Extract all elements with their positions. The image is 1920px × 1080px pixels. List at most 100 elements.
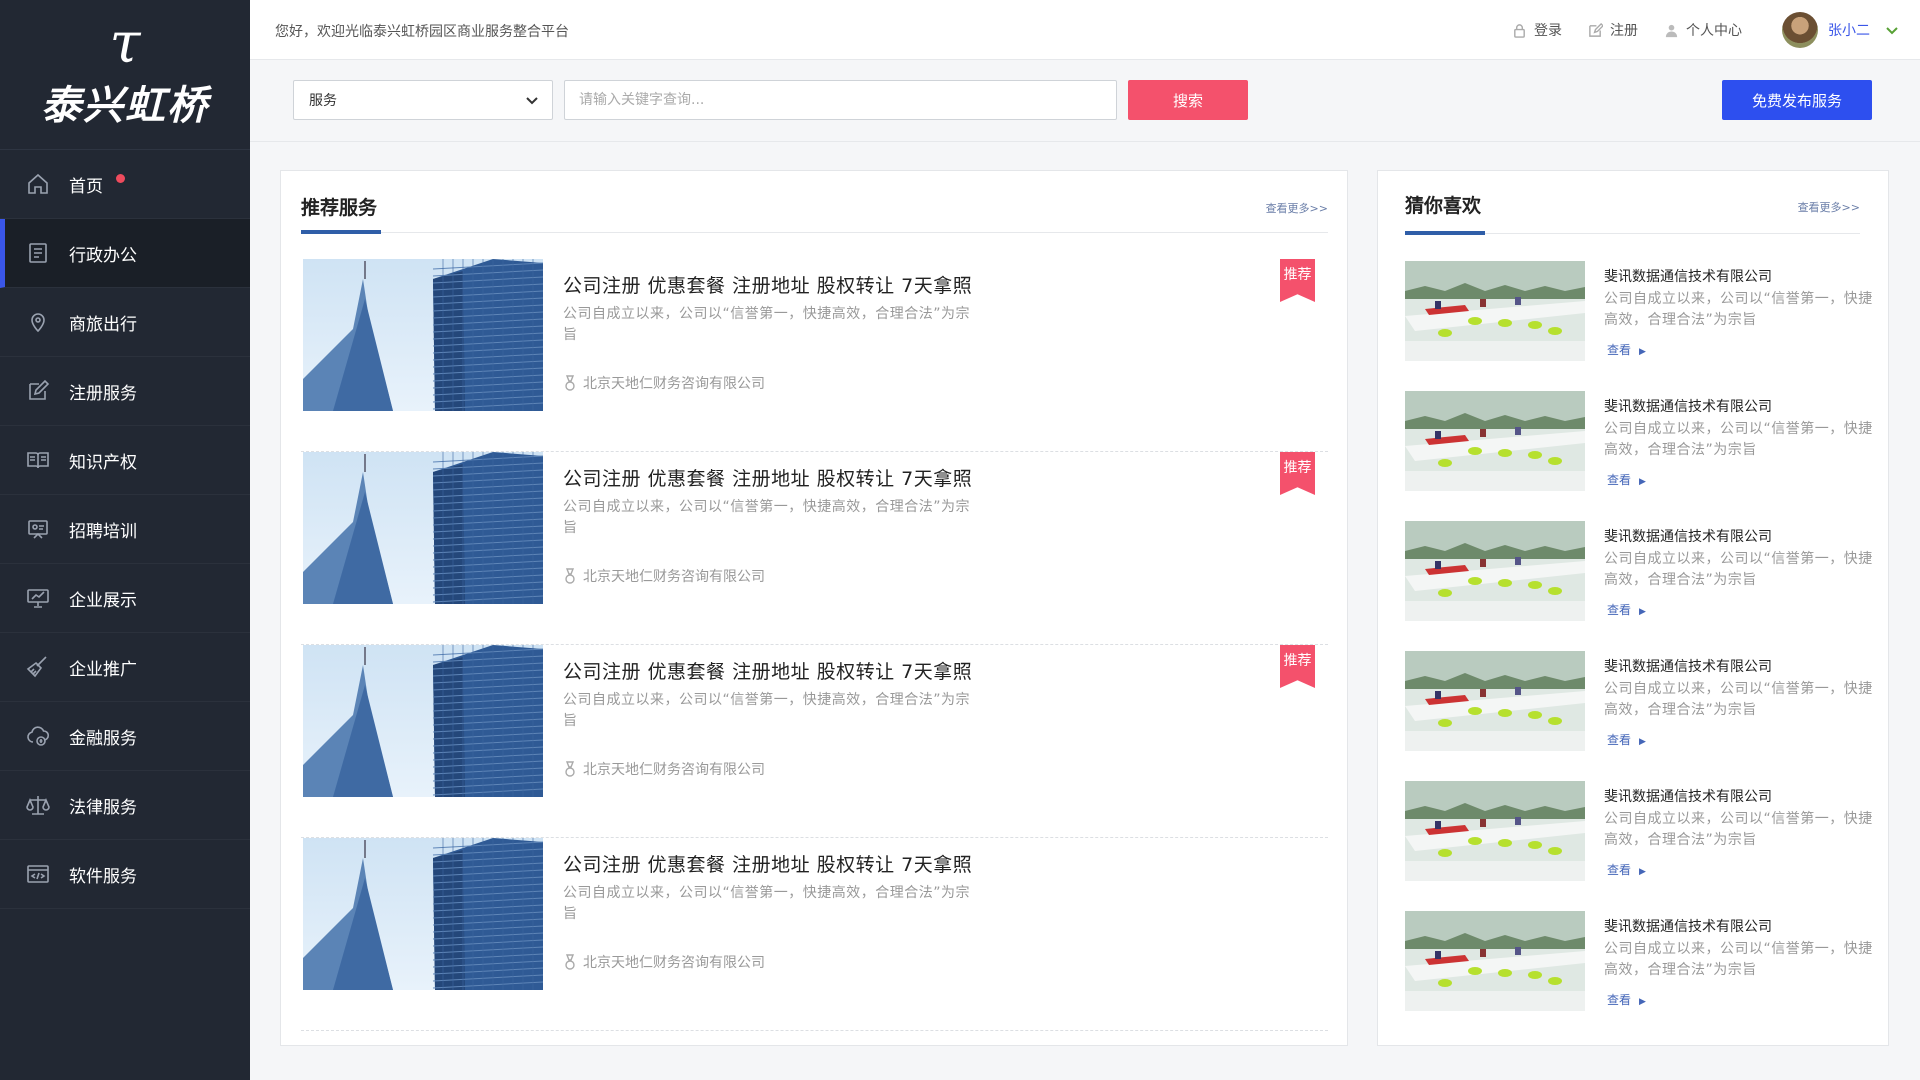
view-link[interactable]: 查看 ▶ [1607,601,1646,618]
view-label: 查看 [1607,733,1632,747]
like-title[interactable]: 斐讯数据通信技术有限公司 [1604,526,1772,546]
recommend-badge: 推荐 [1280,452,1315,495]
like-description: 公司自成立以来，公司以“信誉第一，快捷高效，合理合法”为宗旨 [1604,421,1873,458]
sidebar-item[interactable]: 软件服务 [0,840,250,909]
building-photo [303,838,543,990]
office-photo [1405,521,1585,621]
play-arrow-icon: ▶ [1639,997,1646,1007]
code-window-icon [25,861,51,887]
office-photo [1405,781,1585,881]
sidebar-item-label: 行政办公 [69,245,137,266]
recommend-more-link[interactable]: 查看更多>> [1266,200,1328,216]
office-photo [1405,911,1585,1011]
like-card[interactable]: 斐讯数据通信技术有限公司 公司自成立以来，公司以“信誉第一，快捷高效，合理合法”为… [1405,651,1872,754]
sidebar-item-label: 注册服务 [69,383,137,404]
like-card[interactable]: 斐讯数据通信技术有限公司 公司自成立以来，公司以“信誉第一，快捷高效，合理合法”为… [1405,781,1872,884]
sidebar-item-label: 知识产权 [69,452,137,473]
service-title[interactable]: 公司注册 优惠套餐 注册地址 股权转让 7天拿照 [563,850,972,877]
like-card[interactable]: 斐讯数据通信技术有限公司 公司自成立以来，公司以“信誉第一，快捷高效，合理合法”为… [1405,261,1872,364]
sidebar-item[interactable]: 商旅出行 [0,288,250,357]
category-select[interactable]: 服务 [293,80,553,120]
service-company: 北京天地仁财务咨询有限公司 [563,759,765,779]
like-card[interactable]: 斐讯数据通信技术有限公司公司自成立以来，公司以“信誉第一，快捷高效，合理合法”为… [1405,911,1872,1014]
sidebar-item[interactable]: 金融服务 [0,702,250,771]
login-link[interactable]: 登录 [1512,20,1562,40]
like-image[interactable] [1405,651,1585,751]
recommend-header: 推荐服务 查看更多>> [301,171,1328,234]
like-description: 公司自成立以来，公司以“信誉第一，快捷高效，合理合法”为宗旨 [1604,941,1873,978]
view-link[interactable]: 查看 ▶ [1607,991,1646,1008]
sidebar-item[interactable]: 法律服务 [0,771,250,840]
login-label: 登录 [1534,23,1562,39]
service-card[interactable]: 公司注册 优惠套餐 注册地址 股权转让 7天拿照 公司自成立以来，公司以“信誉第一… [301,452,1328,645]
sidebar-item-label: 法律服务 [69,797,137,818]
medal-icon [565,375,575,391]
office-photo [1405,391,1585,491]
sidebar-item[interactable]: 首页 [0,150,250,219]
sidebar-item[interactable]: 知识产权 [0,426,250,495]
company-name: 北京天地仁财务咨询有限公司 [583,762,765,778]
profile-link[interactable]: 个人中心 [1664,20,1742,40]
sidebar-item-label: 企业展示 [69,590,137,611]
like-card[interactable]: 斐讯数据通信技术有限公司公司自成立以来，公司以“信誉第一，快捷高效，合理合法”为… [1405,521,1872,624]
logo-mark: τ [109,10,141,76]
service-card[interactable]: 公司注册 优惠套餐 注册地址 股权转让 7天拿照 公司自成立以来，公司以“信誉第一… [301,838,1328,1031]
publish-service-button[interactable]: 免费发布服务 [1722,80,1872,120]
like-title[interactable]: 斐讯数据通信技术有限公司 [1604,656,1772,676]
like-title[interactable]: 斐讯数据通信技术有限公司 [1604,396,1772,416]
sidebar-item[interactable]: 注册服务 [0,357,250,426]
view-link[interactable]: 查看 ▶ [1607,341,1646,358]
service-title[interactable]: 公司注册 优惠套餐 注册地址 股权转让 7天拿照 [563,271,972,298]
recommend-panel: 推荐服务 查看更多>> 公司注册 优惠套餐 注册地址 股权转让 7天拿照公司自成… [280,170,1348,1046]
sidebar-item[interactable]: 企业展示 [0,564,250,633]
recommend-title: 推荐服务 [301,197,378,219]
view-link[interactable]: 查看 ▶ [1607,861,1646,878]
service-card[interactable]: 公司注册 优惠套餐 注册地址 股权转让 7天拿照公司自成立以来，公司以“信誉第一… [301,645,1328,838]
search-button[interactable]: 搜索 [1128,80,1248,120]
medal-icon [565,568,575,584]
document-icon [25,240,51,266]
view-label: 查看 [1607,863,1632,877]
register-link[interactable]: 注册 [1588,20,1638,40]
like-title[interactable]: 斐讯数据通信技术有限公司 [1604,786,1772,806]
like-title[interactable]: 斐讯数据通信技术有限公司 [1604,266,1772,286]
play-arrow-icon: ▶ [1639,737,1646,747]
view-link[interactable]: 查看 ▶ [1607,731,1646,748]
service-image[interactable] [303,452,543,604]
register-label: 注册 [1610,23,1638,39]
cloud-money-icon [25,723,51,749]
service-image[interactable] [303,259,543,411]
like-description: 公司自成立以来，公司以“信誉第一，快捷高效，合理合法”为宗旨 [1604,551,1873,588]
logo-text: 泰兴虹桥 [41,81,209,129]
location-icon [25,309,51,335]
sidebar: τ 泰兴虹桥 首页行政办公商旅出行注册服务知识产权招聘培训企业展示企业推广 金融服… [0,0,250,1080]
sidebar-item-label: 软件服务 [69,866,137,887]
sidebar-item[interactable]: 行政办公 [0,219,250,288]
sidebar-item[interactable]: 企业推广 [0,633,250,702]
top-links: 登录 注册 个人中心 张小二 [1512,0,1900,60]
like-image[interactable] [1405,781,1585,881]
view-link[interactable]: 查看 ▶ [1607,471,1646,488]
like-image[interactable] [1405,261,1585,361]
like-image[interactable] [1405,911,1585,1011]
company-name: 北京天地仁财务咨询有限公司 [583,955,765,971]
logo[interactable]: τ 泰兴虹桥 [0,0,250,150]
service-image[interactable] [303,645,543,797]
guess-more-link[interactable]: 查看更多>> [1798,199,1860,215]
sidebar-item[interactable]: 招聘培训 [0,495,250,564]
service-image[interactable] [303,838,543,990]
service-title[interactable]: 公司注册 优惠套餐 注册地址 股权转让 7天拿照 [563,464,972,491]
like-title[interactable]: 斐讯数据通信技术有限公司 [1604,916,1772,936]
like-image[interactable] [1405,391,1585,491]
service-title[interactable]: 公司注册 优惠套餐 注册地址 股权转让 7天拿照 [563,657,972,684]
avatar [1782,12,1818,48]
user-menu[interactable]: 张小二 [1782,12,1900,48]
search-input[interactable] [564,80,1117,120]
service-card[interactable]: 公司注册 优惠套餐 注册地址 股权转让 7天拿照 公司自成立以来，公司以“信誉第一… [301,259,1328,452]
service-company: 北京天地仁财务咨询有限公司 [563,373,765,393]
user-icon [1665,24,1678,37]
like-image[interactable] [1405,521,1585,621]
like-card[interactable]: 斐讯数据通信技术有限公司公司自成立以来，公司以“信誉第一，快捷高效，合理合法”为… [1405,391,1872,494]
chevron-down-icon [1886,27,1898,35]
service-description: 公司自成立以来，公司以“信誉第一，快捷高效，合理合法”为宗旨 [563,692,971,729]
